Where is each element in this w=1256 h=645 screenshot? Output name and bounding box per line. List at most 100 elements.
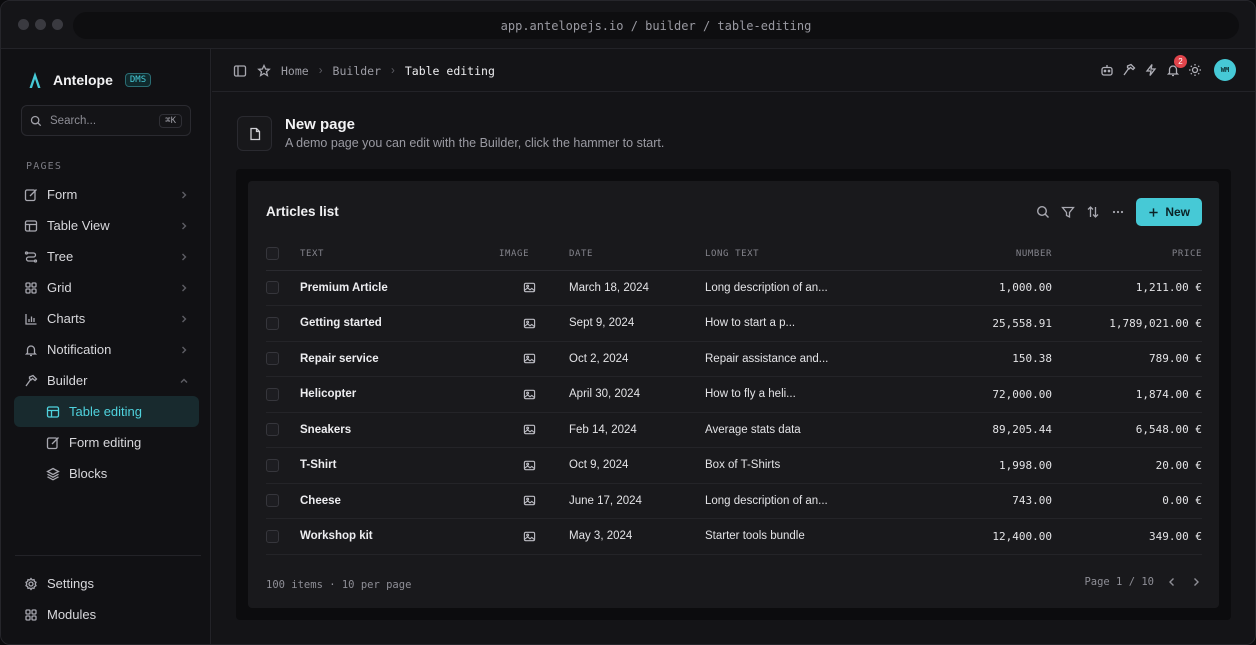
column-header-price[interactable]: PRICE: [1052, 238, 1202, 271]
chevron-left-icon[interactable]: [1166, 576, 1178, 588]
cell-image: [499, 305, 559, 342]
table-row[interactable]: Repair service Oct 2, 2024 Repair assist…: [266, 341, 1202, 377]
builder-block: Articles list New TEXT IMAGE DATE LONG T…: [236, 169, 1231, 620]
sidebar: Antelope DMS Search... ⌘K PAGES Form Tab…: [1, 49, 211, 644]
column-header-text[interactable]: TEXT: [300, 238, 499, 271]
sidebar-item-table-view[interactable]: Table View: [14, 210, 199, 241]
chevron-right-icon: [182, 284, 187, 291]
lightning-icon[interactable]: [1144, 63, 1158, 77]
row-checkbox[interactable]: [266, 423, 279, 437]
row-checkbox[interactable]: [266, 387, 279, 401]
sun-icon[interactable]: [1188, 63, 1202, 77]
sort-icon[interactable]: [1086, 205, 1100, 219]
cell-price: 0.00 €: [1052, 483, 1202, 519]
close-window-dot[interactable]: [18, 19, 29, 30]
image-icon: [523, 283, 535, 293]
row-select-cell: [266, 412, 300, 448]
main-content: Home › Builder › Table editing 2 WM New …: [212, 49, 1255, 644]
sidebar-item-charts[interactable]: Charts: [14, 303, 199, 334]
cell-price: 20.00 €: [1052, 447, 1202, 484]
cell-text: Helicopter: [300, 376, 499, 413]
cell-image: [499, 447, 559, 484]
chevron-right-icon: [182, 191, 187, 198]
robot-icon[interactable]: [1100, 63, 1114, 77]
column-header-date[interactable]: DATE: [559, 238, 705, 271]
column-header-number[interactable]: NUMBER: [912, 238, 1052, 271]
cell-image: [499, 518, 559, 555]
table-row[interactable]: Cheese June 17, 2024 Long description of…: [266, 483, 1202, 519]
breadcrumb-builder[interactable]: Builder: [333, 64, 381, 78]
grid-icon: [25, 281, 37, 294]
image-icon: [523, 425, 535, 435]
page-title: New page: [285, 116, 356, 133]
grid-icon: [25, 608, 37, 621]
breadcrumb-home[interactable]: Home: [281, 64, 309, 78]
star-icon[interactable]: [257, 63, 271, 78]
sidebar-item-form-editing[interactable]: Form editing: [14, 427, 199, 458]
sidebar-item-settings[interactable]: Settings: [14, 568, 199, 599]
notification-button[interactable]: 2: [1166, 55, 1187, 77]
card-toolbar: New: [1036, 198, 1202, 226]
cell-image: [499, 270, 559, 306]
sidebar-item-label: Form editing: [69, 435, 142, 450]
cell-date: Oct 2, 2024: [559, 341, 705, 377]
sidebar-item-notification[interactable]: Notification: [14, 334, 199, 365]
sidebar-item-grid[interactable]: Grid: [14, 272, 199, 303]
cell-long-text: Average stats data: [705, 412, 912, 448]
filter-icon[interactable]: [1061, 205, 1076, 219]
cell-date: April 30, 2024: [559, 376, 705, 413]
cell-number: 72,000.00: [912, 376, 1052, 413]
sidebar-item-tree[interactable]: Tree: [14, 241, 199, 272]
row-checkbox[interactable]: [266, 352, 279, 366]
minimize-window-dot[interactable]: [35, 19, 46, 30]
table-row[interactable]: Helicopter April 30, 2024 How to fly a h…: [266, 376, 1202, 413]
cell-long-text: How to start a p...: [705, 305, 912, 342]
search-input[interactable]: Search... ⌘K: [21, 105, 191, 136]
cell-date: March 18, 2024: [559, 270, 705, 306]
sidebar-item-blocks[interactable]: Blocks: [14, 458, 199, 489]
hammer-icon[interactable]: [1122, 63, 1136, 77]
avatar[interactable]: WM: [1214, 59, 1236, 81]
column-header-long-text[interactable]: LONG TEXT: [705, 238, 912, 271]
table-row[interactable]: Workshop kit May 3, 2024 Starter tools b…: [266, 518, 1202, 555]
sidebar-item-label: Form: [47, 187, 78, 202]
table-row[interactable]: Premium Article March 18, 2024 Long desc…: [266, 270, 1202, 306]
more-icon[interactable]: [1111, 205, 1125, 219]
row-checkbox[interactable]: [266, 458, 279, 472]
table-row[interactable]: T-Shirt Oct 9, 2024 Box of T-Shirts 1,99…: [266, 447, 1202, 484]
cell-text: Premium Article: [300, 270, 499, 306]
table-icon: [46, 405, 60, 418]
address-bar[interactable]: app.antelopejs.io / builder / table-edit…: [73, 12, 1239, 39]
brand[interactable]: Antelope DMS: [27, 71, 152, 89]
cell-date: Feb 14, 2024: [559, 412, 705, 448]
sidebar-item-table-editing[interactable]: Table editing: [14, 396, 199, 427]
sidebar-toggle-icon[interactable]: [233, 64, 247, 78]
column-header-image[interactable]: IMAGE: [499, 238, 559, 271]
sidebar-item-label: Table editing: [69, 404, 142, 419]
card-title: Articles list: [266, 204, 339, 219]
sidebar-item-modules[interactable]: Modules: [14, 599, 199, 630]
maximize-window-dot[interactable]: [52, 19, 63, 30]
table-row[interactable]: Getting started Sept 9, 2024 How to star…: [266, 305, 1202, 342]
topbar-actions: 2 WM: [1100, 55, 1236, 81]
cell-text: Workshop kit: [300, 518, 499, 555]
sidebar-item-builder[interactable]: Builder: [14, 365, 199, 396]
row-checkbox[interactable]: [266, 529, 279, 543]
cell-image: [499, 376, 559, 413]
select-all-checkbox[interactable]: [266, 247, 279, 261]
row-checkbox[interactable]: [266, 281, 279, 295]
row-checkbox[interactable]: [266, 494, 279, 508]
table-row[interactable]: Sneakers Feb 14, 2024 Average stats data…: [266, 412, 1202, 448]
row-checkbox[interactable]: [266, 316, 279, 330]
sidebar-item-label: Modules: [47, 607, 97, 622]
sidebar-item-label: Blocks: [69, 466, 108, 481]
sidebar-item-form[interactable]: Form: [14, 179, 199, 210]
search-icon: [30, 115, 42, 126]
new-button[interactable]: New: [1136, 198, 1202, 226]
cell-image: [499, 341, 559, 377]
chevron-right-icon[interactable]: [1190, 576, 1202, 588]
search-icon[interactable]: [1036, 205, 1050, 219]
sidebar-item-label: Notification: [47, 342, 112, 357]
chevron-up-icon: [180, 378, 188, 383]
sidebar-nav: Form Table View Tree Grid Charts Notific…: [14, 179, 199, 489]
